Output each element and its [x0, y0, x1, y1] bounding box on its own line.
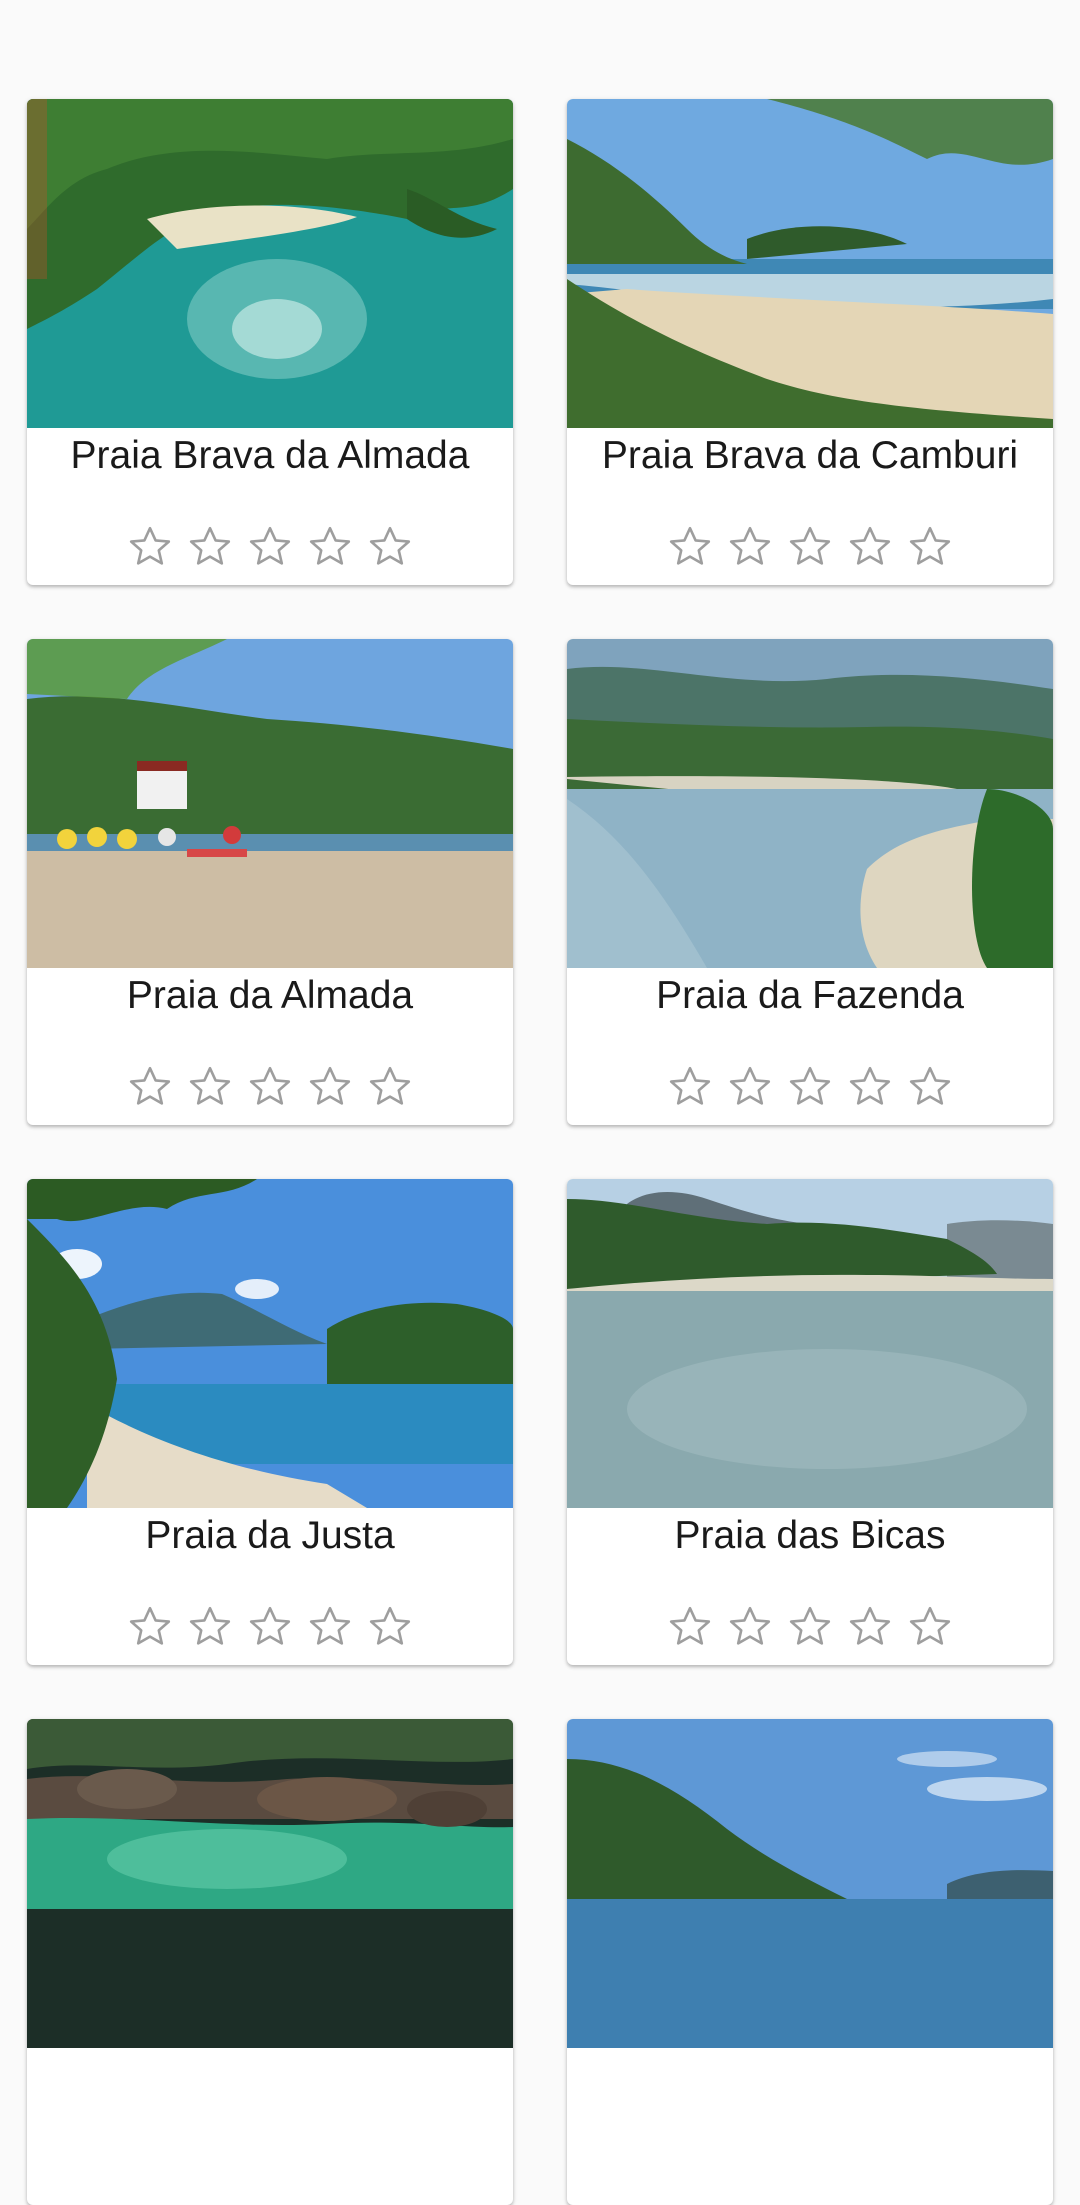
star-rating[interactable]	[27, 523, 513, 571]
star-outline-icon[interactable]	[186, 1603, 234, 1651]
star-outline-icon[interactable]	[786, 1603, 834, 1651]
beach-with-trees-photo	[567, 99, 1053, 428]
star-outline-icon[interactable]	[906, 1603, 954, 1651]
star-outline-icon[interactable]	[246, 1063, 294, 1111]
star-outline-icon[interactable]	[246, 1603, 294, 1651]
beach-card[interactable]: Praia da Almada	[27, 639, 513, 1125]
star-outline-icon[interactable]	[306, 1603, 354, 1651]
star-rating[interactable]	[567, 1603, 1053, 1651]
star-outline-icon[interactable]	[666, 1063, 714, 1111]
star-rating[interactable]	[567, 1063, 1053, 1111]
river-mouth-photo	[567, 639, 1053, 968]
beach-grid: Praia Brava da Almada Praia Brava da Cam…	[27, 99, 1053, 2205]
star-outline-icon[interactable]	[366, 523, 414, 571]
star-outline-icon[interactable]	[306, 523, 354, 571]
rocky-stream-photo	[27, 1719, 513, 2048]
star-outline-icon[interactable]	[906, 1063, 954, 1111]
beach-card[interactable]: Praia Brava da Almada	[27, 99, 513, 585]
star-outline-icon[interactable]	[906, 523, 954, 571]
beach-name: Praia Brava da Camburi	[601, 434, 1019, 477]
star-outline-icon[interactable]	[846, 523, 894, 571]
beach-name: Praia da Fazenda	[656, 974, 964, 1017]
beach-card[interactable]: Praia da Justa	[27, 1179, 513, 1665]
beach-card[interactable]	[27, 1719, 513, 2205]
bay-mountains-photo	[27, 1179, 513, 1508]
star-outline-icon[interactable]	[726, 523, 774, 571]
beach-card[interactable]	[567, 1719, 1053, 2205]
beach-name: Praia da Justa	[145, 1514, 395, 1557]
busy-beach-photo	[27, 639, 513, 968]
calm-lagoon-photo	[567, 1179, 1053, 1508]
star-rating[interactable]	[27, 1063, 513, 1111]
beach-name: Praia da Almada	[126, 974, 414, 1017]
star-outline-icon[interactable]	[126, 1063, 174, 1111]
aerial-cove-photo	[27, 99, 513, 428]
hillside-sky-photo	[567, 1719, 1053, 2048]
star-outline-icon[interactable]	[786, 523, 834, 571]
star-outline-icon[interactable]	[666, 1603, 714, 1651]
star-outline-icon[interactable]	[726, 1063, 774, 1111]
beach-card[interactable]: Praia Brava da Camburi	[567, 99, 1053, 585]
beach-name: Praia Brava da Almada	[70, 434, 470, 477]
beach-card[interactable]: Praia da Fazenda	[567, 639, 1053, 1125]
beach-name: Praia das Bicas	[674, 1514, 946, 1557]
star-outline-icon[interactable]	[786, 1063, 834, 1111]
star-outline-icon[interactable]	[666, 523, 714, 571]
star-rating[interactable]	[27, 1603, 513, 1651]
star-outline-icon[interactable]	[186, 523, 234, 571]
star-outline-icon[interactable]	[846, 1603, 894, 1651]
star-rating[interactable]	[567, 523, 1053, 571]
star-outline-icon[interactable]	[186, 1063, 234, 1111]
star-outline-icon[interactable]	[246, 523, 294, 571]
star-outline-icon[interactable]	[366, 1063, 414, 1111]
beach-card[interactable]: Praia das Bicas	[567, 1179, 1053, 1665]
star-outline-icon[interactable]	[366, 1603, 414, 1651]
star-outline-icon[interactable]	[126, 523, 174, 571]
star-outline-icon[interactable]	[126, 1603, 174, 1651]
star-outline-icon[interactable]	[846, 1063, 894, 1111]
star-outline-icon[interactable]	[726, 1603, 774, 1651]
star-outline-icon[interactable]	[306, 1063, 354, 1111]
